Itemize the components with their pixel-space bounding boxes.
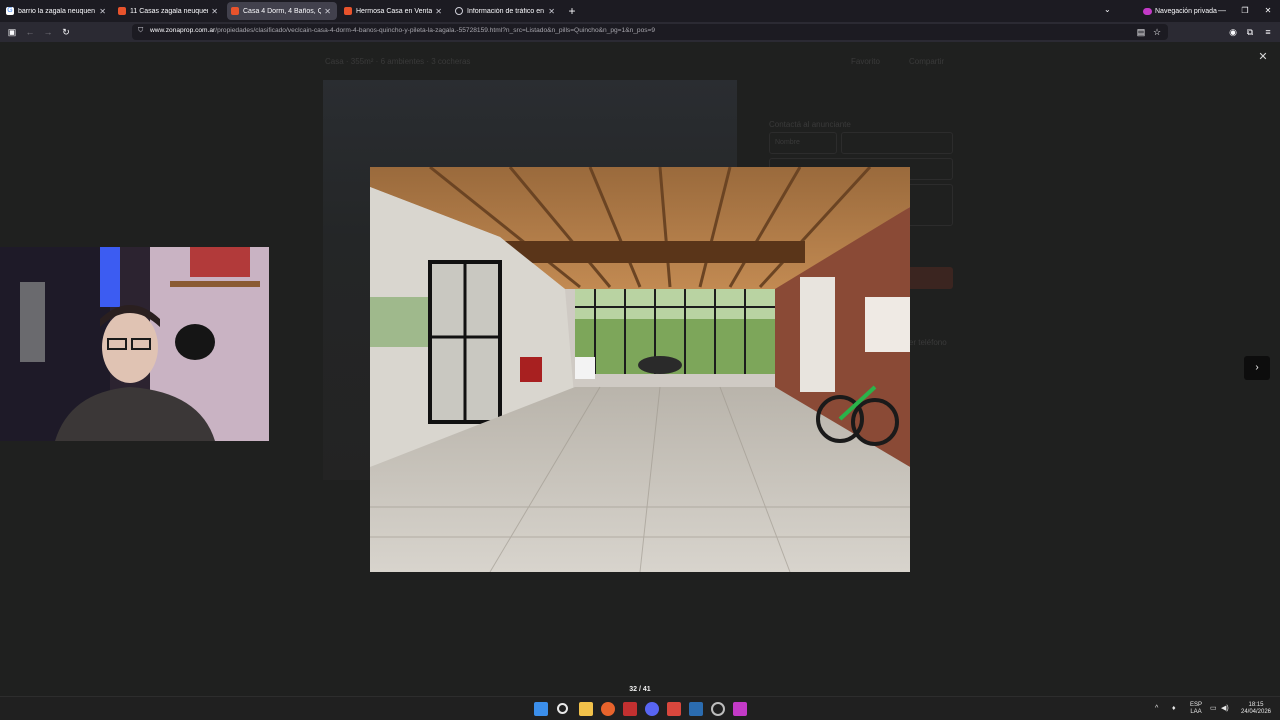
tab-3[interactable]: Casa 4 Dorm, 4 Baños, Quincho ✕	[227, 2, 337, 20]
account-icon[interactable]: ◉	[1226, 25, 1240, 39]
webcam-overlay	[0, 247, 269, 441]
url-text[interactable]: www.zonaprop.com.ar/propiedades/clasific…	[150, 27, 655, 34]
clock-time: 18:15	[1248, 702, 1264, 708]
forward-arrow-icon[interactable]: →	[41, 25, 55, 39]
address-bar[interactable]: ⛉ www.zonaprop.com.ar/propiedades/clasif…	[132, 24, 1168, 40]
zonaprop-icon	[118, 7, 126, 15]
tab-title: Casa 4 Dorm, 4 Baños, Quincho	[243, 7, 322, 15]
site-info-icon[interactable]: ⛉	[138, 27, 146, 37]
tab-title: 11 Casas zagala neuquen en ve	[130, 7, 209, 15]
microphone-icon[interactable]: ♦	[1172, 705, 1176, 712]
room-photo-drawing	[370, 167, 910, 572]
menu-icon[interactable]: ≡	[1261, 25, 1275, 39]
phone-link: Ver teléfono	[904, 338, 947, 347]
contact-title: Contactá al anunciante	[769, 120, 851, 129]
clock-date: 24/04/2026	[1240, 709, 1272, 715]
file-explorer-icon[interactable]	[579, 702, 593, 716]
lightbox-photo	[370, 167, 910, 572]
field	[841, 132, 953, 154]
new-tab-button[interactable]: +	[566, 3, 578, 19]
tab-title: barrio la zagala neuquen - Bus	[18, 7, 96, 15]
close-lightbox-icon[interactable]: ✕	[1256, 50, 1270, 64]
tab-1[interactable]: G barrio la zagala neuquen - Bus ✕	[2, 2, 112, 20]
sidebar-icon[interactable]: ▣	[5, 25, 19, 39]
photo-counter: 32 / 41	[629, 686, 651, 693]
tab-list-chevron-icon[interactable]: ⌄	[1104, 5, 1111, 14]
language-indicator[interactable]: ESP LAA	[1186, 702, 1206, 716]
keyboard-layout: LAA	[1190, 709, 1202, 715]
restore-button[interactable]: ❐	[1238, 4, 1252, 18]
close-tab-icon[interactable]: ✕	[324, 7, 331, 16]
firefox-private-icon[interactable]	[733, 702, 747, 716]
app-red-icon[interactable]	[623, 702, 637, 716]
calendar-icon[interactable]	[667, 702, 681, 716]
navigation-toolbar: ▣ ← → ↻ ⛉ www.zonaprop.com.ar/propiedade…	[0, 22, 1280, 42]
webcam-feed-drawing	[0, 247, 269, 441]
app-circle-icon[interactable]	[711, 702, 725, 716]
start-windows-icon[interactable]	[534, 702, 548, 716]
tab-4[interactable]: Hermosa Casa en Venta B° La Z ✕	[340, 2, 448, 20]
volume-icon[interactable]: ◀)	[1221, 705, 1229, 712]
reader-view-icon[interactable]: ▤	[1134, 25, 1148, 39]
close-tab-icon[interactable]: ✕	[548, 7, 555, 16]
private-browsing-indicator: Navegación privada	[1143, 4, 1217, 18]
show-hidden-icons-chevron-icon[interactable]: ^	[1155, 705, 1158, 712]
globe-icon	[455, 7, 463, 15]
tab-title: Hermosa Casa en Venta B° La Z	[356, 7, 433, 15]
url-path: /propiedades/clasificado/veclcain-casa-4…	[215, 27, 656, 34]
back-arrow-icon[interactable]: ←	[23, 25, 37, 39]
next-photo-button[interactable]: ›	[1244, 356, 1270, 380]
firefox-icon[interactable]	[601, 702, 615, 716]
os-taskbar: ^ ♦ ESP LAA ▭ ◀) 18:15 24/04/2026	[0, 696, 1280, 720]
favorite-button: Favorito	[851, 57, 880, 66]
private-browsing-label: Navegación privada	[1155, 7, 1217, 15]
tab-2[interactable]: 11 Casas zagala neuquen en ve ✕	[114, 2, 224, 20]
steam-icon[interactable]	[689, 702, 703, 716]
clock[interactable]: 18:15 24/04/2026	[1238, 702, 1274, 716]
url-host: www.zonaprop.com.ar	[150, 27, 216, 34]
close-tab-icon[interactable]: ✕	[435, 7, 442, 16]
reload-icon[interactable]: ↻	[59, 25, 73, 39]
zonaprop-icon	[344, 7, 352, 15]
close-window-button[interactable]: ✕	[1261, 4, 1275, 18]
bookmark-star-icon[interactable]: ☆	[1150, 25, 1164, 39]
private-mask-icon	[1143, 7, 1152, 15]
google-icon: G	[6, 7, 14, 15]
name-placeholder: Nombre	[775, 139, 800, 146]
extensions-icon[interactable]: ⧉	[1243, 25, 1257, 39]
tab-title: Información de tráfico en tiemp	[467, 7, 545, 15]
tab-bar: G barrio la zagala neuquen - Bus ✕ 11 Ca…	[0, 0, 1280, 22]
zonaprop-icon	[231, 7, 239, 15]
search-icon[interactable]	[557, 703, 568, 714]
discord-icon[interactable]	[645, 702, 659, 716]
close-tab-icon[interactable]: ✕	[211, 7, 218, 16]
listing-heading: Casa · 355m² · 6 ambientes · 3 cocheras	[325, 57, 471, 66]
language-code: ESP	[1189, 702, 1202, 708]
network-icon[interactable]: ▭	[1210, 705, 1217, 712]
close-tab-icon[interactable]: ✕	[99, 7, 106, 16]
minimize-button[interactable]: —	[1215, 4, 1229, 18]
share-button: Compartir	[909, 57, 945, 66]
tab-5[interactable]: Información de tráfico en tiemp ✕	[451, 2, 561, 20]
